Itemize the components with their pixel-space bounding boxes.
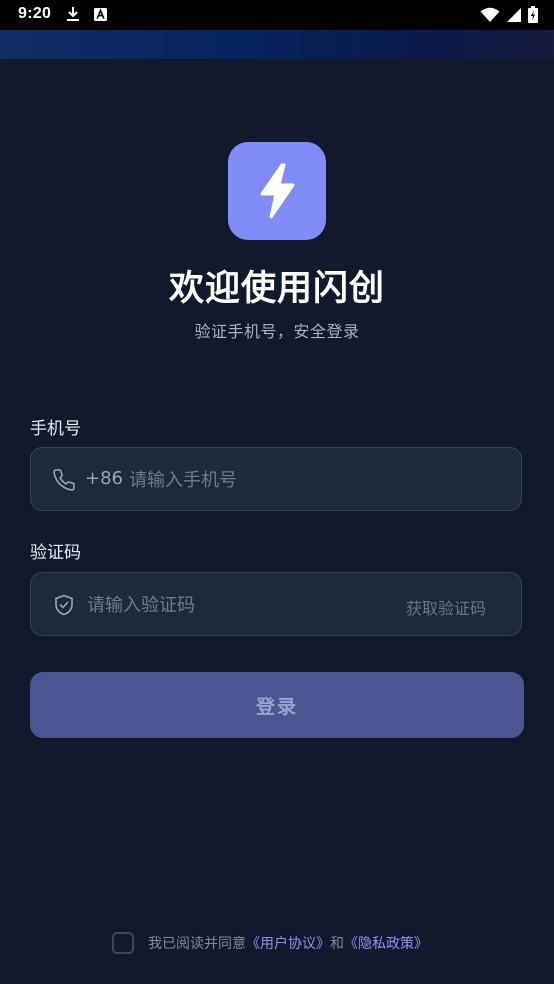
signal-icon (507, 7, 521, 22)
app-notification-icon (94, 7, 107, 21)
app-logo (228, 142, 326, 240)
phone-field[interactable]: +86 (30, 447, 522, 511)
page-subtitle: 验证手机号，安全登录 (194, 322, 360, 341)
top-banner (0, 30, 554, 59)
country-code-prefix: +86 (85, 468, 123, 489)
phone-label: 手机号 (30, 419, 81, 439)
status-time: 9:20 (18, 5, 52, 22)
status-notification-icons (66, 6, 107, 22)
agreement-conjunction: 和 (330, 936, 344, 952)
code-input[interactable] (87, 585, 377, 625)
status-system-icons (480, 6, 538, 23)
user-agreement-link[interactable]: 《用户协议》 (246, 933, 330, 953)
shield-check-icon (55, 594, 73, 616)
get-code-button[interactable]: 获取验证码 (406, 595, 486, 619)
wifi-icon (480, 7, 500, 22)
status-bar: 9:20 (0, 0, 554, 30)
lightning-icon (260, 163, 295, 219)
page-title: 欢迎使用闪创 (168, 269, 385, 309)
phone-icon (53, 469, 75, 491)
agreement-row: 我已阅读并同意 《用户协议》 和 《隐私政策》 (112, 932, 428, 954)
privacy-policy-link[interactable]: 《隐私政策》 (344, 933, 428, 953)
agreement-checkbox[interactable] (112, 932, 134, 954)
download-icon (67, 7, 79, 21)
phone-input[interactable] (129, 460, 499, 500)
code-label: 验证码 (30, 543, 81, 563)
code-field[interactable]: 获取验证码 (30, 572, 522, 636)
battery-icon (528, 6, 538, 23)
agreement-text: 我已阅读并同意 (148, 936, 246, 952)
login-button[interactable]: 登录 (30, 672, 524, 738)
